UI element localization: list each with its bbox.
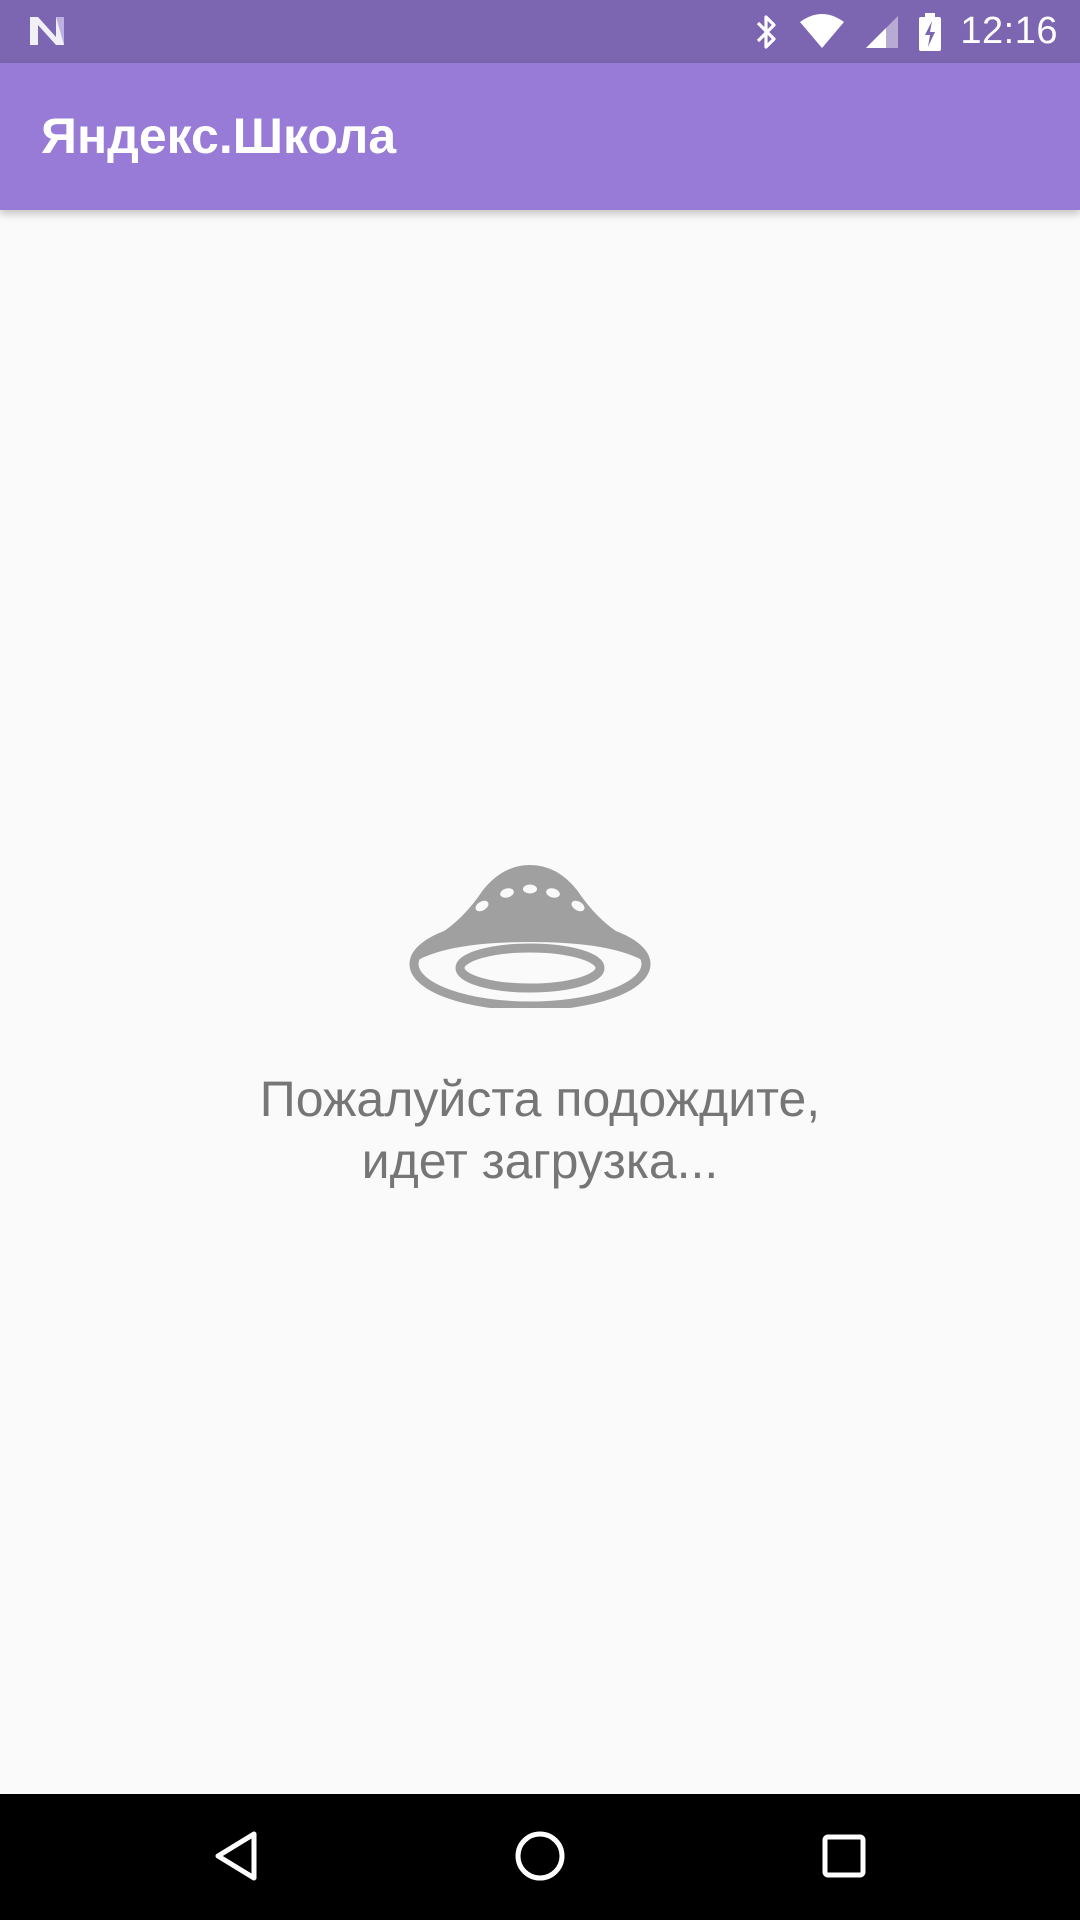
recents-button[interactable] — [808, 1820, 880, 1892]
home-button[interactable] — [504, 1820, 576, 1892]
loading-message-line-2: идет загрузка... — [361, 1133, 719, 1189]
back-icon — [215, 1831, 257, 1881]
ufo-icon — [409, 865, 651, 1008]
loading-message-line-1: Пожалуйста подождите, — [259, 1071, 821, 1127]
notification-n-icon — [30, 17, 64, 45]
bluetooth-icon — [757, 14, 777, 49]
navigation-bar — [0, 1794, 1080, 1920]
home-icon — [515, 1831, 565, 1881]
cellular-signal-icon — [866, 15, 899, 48]
status-time: 12:16 — [960, 10, 1058, 52]
app-bar: Яндекс.Школа — [0, 63, 1080, 210]
battery-charging-icon — [919, 12, 942, 51]
status-bar: 12:16 — [0, 0, 1080, 63]
recents-icon — [822, 1834, 866, 1878]
app-title: Яндекс.Школа — [41, 108, 397, 164]
wifi-icon — [800, 13, 845, 48]
status-icons: 12:16 — [754, 0, 1058, 63]
loading-message: Пожалуйста подождите, идет загрузка... — [0, 1068, 1080, 1192]
back-button[interactable] — [200, 1820, 272, 1892]
